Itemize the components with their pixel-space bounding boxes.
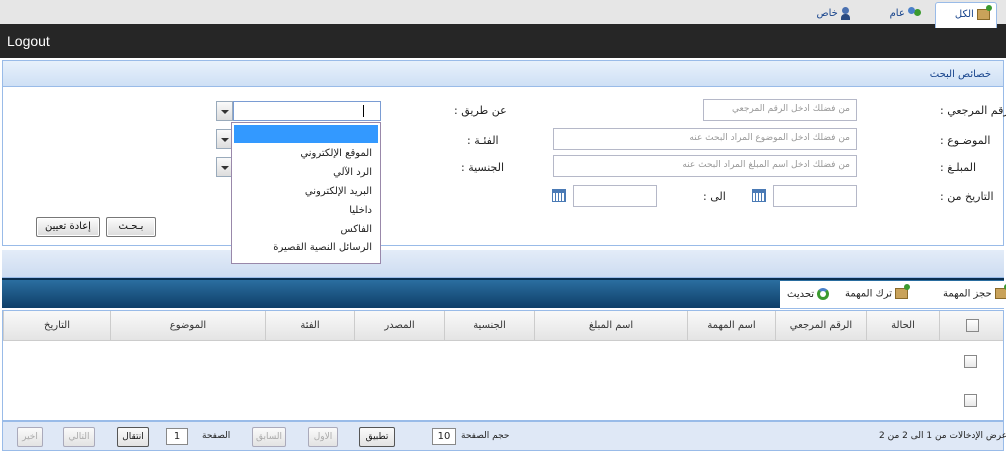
refresh-button[interactable]: تحديث — [787, 288, 830, 300]
dropdown-option[interactable]: البريد الإلكتروني — [305, 186, 372, 197]
dropdown-option[interactable]: الفاكس — [341, 224, 372, 235]
dropdown-option[interactable]: داخليا — [349, 205, 372, 216]
page-size-label: حجم الصفحة — [461, 431, 510, 441]
subject-label: الموضـوع : — [940, 134, 991, 147]
via-dropdown-button[interactable] — [216, 101, 233, 121]
reset-button[interactable]: إعادة تعيين — [36, 217, 100, 237]
via-dropdown-list: الموقع الإلكتروني الرد الآلي البريد الإل… — [231, 122, 381, 264]
calendar-icon[interactable] — [752, 189, 766, 202]
column-header[interactable]: المصدر — [354, 311, 444, 341]
page-size-input[interactable]: 10 — [432, 428, 456, 445]
column-header[interactable]: التاريخ — [3, 311, 110, 341]
tab-public[interactable]: عام — [880, 2, 922, 28]
logout-link[interactable]: Logout — [7, 33, 50, 49]
tab-strip — [2, 250, 1004, 278]
page-label: الصفحة — [202, 431, 231, 441]
amount-label: المبلـغ : — [940, 161, 977, 174]
via-combo-input[interactable] — [233, 101, 381, 121]
pager-bar: عرض الإدخالات من 1 الى 2 من 2 حجم الصفحة… — [2, 421, 1006, 451]
dropdown-option[interactable]: الرد الآلي — [333, 167, 372, 178]
first-page-button[interactable]: الاول — [308, 427, 338, 447]
search-panel-title: خصائص البحث — [929, 69, 991, 80]
reserve-task-button[interactable]: حجز المهمة — [943, 284, 1006, 300]
go-button[interactable]: انتقال — [117, 427, 149, 447]
dropdown-option[interactable]: الرسائل النصية القصيرة — [273, 242, 372, 253]
calendar-icon[interactable] — [552, 189, 566, 202]
task-grid: الحالة الرقم المرجعي اسم المهمة اسم المب… — [2, 310, 1004, 421]
apply-button[interactable]: تطبيق — [359, 427, 395, 447]
date-to-input[interactable] — [573, 185, 657, 207]
release-task-button[interactable]: ترك المهمة — [845, 284, 911, 300]
tab-all[interactable]: الكل — [935, 2, 997, 28]
subject-input[interactable]: من فضلك ادخل الموضوع المراد البحث عنه — [553, 128, 857, 150]
box-icon — [977, 4, 992, 20]
box-icon — [895, 284, 911, 299]
select-all-checkbox[interactable] — [966, 319, 979, 332]
amount-input[interactable]: من فضلك ادخل اسم المبلغ المراد البحث عنه — [553, 155, 857, 177]
previous-page-button[interactable]: السابق — [252, 427, 286, 447]
date-from-input[interactable] — [773, 185, 857, 207]
column-header[interactable]: اسم المبلغ — [534, 311, 687, 341]
text-caret — [363, 105, 364, 117]
reference-input[interactable]: من فضلك ادخل الرقم المرجعي — [703, 99, 857, 121]
top-bar — [0, 24, 1006, 58]
column-header[interactable]: الحالة — [866, 311, 939, 341]
column-header[interactable]: الرقم المرجعي — [775, 311, 866, 341]
refresh-icon — [817, 288, 830, 300]
select-all-column — [939, 311, 1003, 341]
next-page-button[interactable]: التالي — [63, 427, 95, 447]
users-icon — [908, 7, 922, 19]
entries-summary: عرض الإدخالات من 1 الى 2 من 2 — [879, 431, 1006, 441]
tab-private[interactable]: خاص — [806, 2, 850, 28]
bottom-gap — [0, 452, 1006, 472]
column-header[interactable]: اسم المهمة — [687, 311, 775, 341]
row-checkbox[interactable] — [964, 355, 977, 368]
date-to-label: الى : — [703, 190, 726, 203]
page-number-input[interactable]: 1 — [166, 428, 188, 445]
row-checkbox[interactable] — [964, 394, 977, 407]
box-icon — [994, 284, 1006, 299]
search-panel-header[interactable]: خصائص البحث — [3, 61, 1003, 87]
search-button[interactable]: بـحـث — [106, 217, 156, 237]
column-header[interactable]: الجنسية — [444, 311, 534, 341]
column-header[interactable]: الموضوع — [110, 311, 265, 341]
dropdown-option[interactable]: الموقع الإلكتروني — [300, 148, 372, 159]
top-gap — [0, 0, 1006, 24]
grid-header-row: الحالة الرقم المرجعي اسم المهمة اسم المب… — [3, 311, 1003, 341]
last-page-button[interactable]: اخير — [17, 427, 43, 447]
date-from-label: التاريخ من : — [940, 190, 994, 203]
grid-toolbar: حجز المهمة ترك المهمة تحديث — [780, 281, 1006, 309]
column-header[interactable]: الفئة — [265, 311, 354, 341]
reference-label: الرقم المرجعي : — [940, 104, 1006, 117]
nationality-label: الجنسية : — [461, 161, 505, 174]
via-label: عن طريق : — [454, 104, 507, 117]
user-icon — [841, 6, 850, 20]
dropdown-option-selected[interactable] — [234, 125, 378, 143]
category-label: الفئـة : — [467, 134, 499, 147]
